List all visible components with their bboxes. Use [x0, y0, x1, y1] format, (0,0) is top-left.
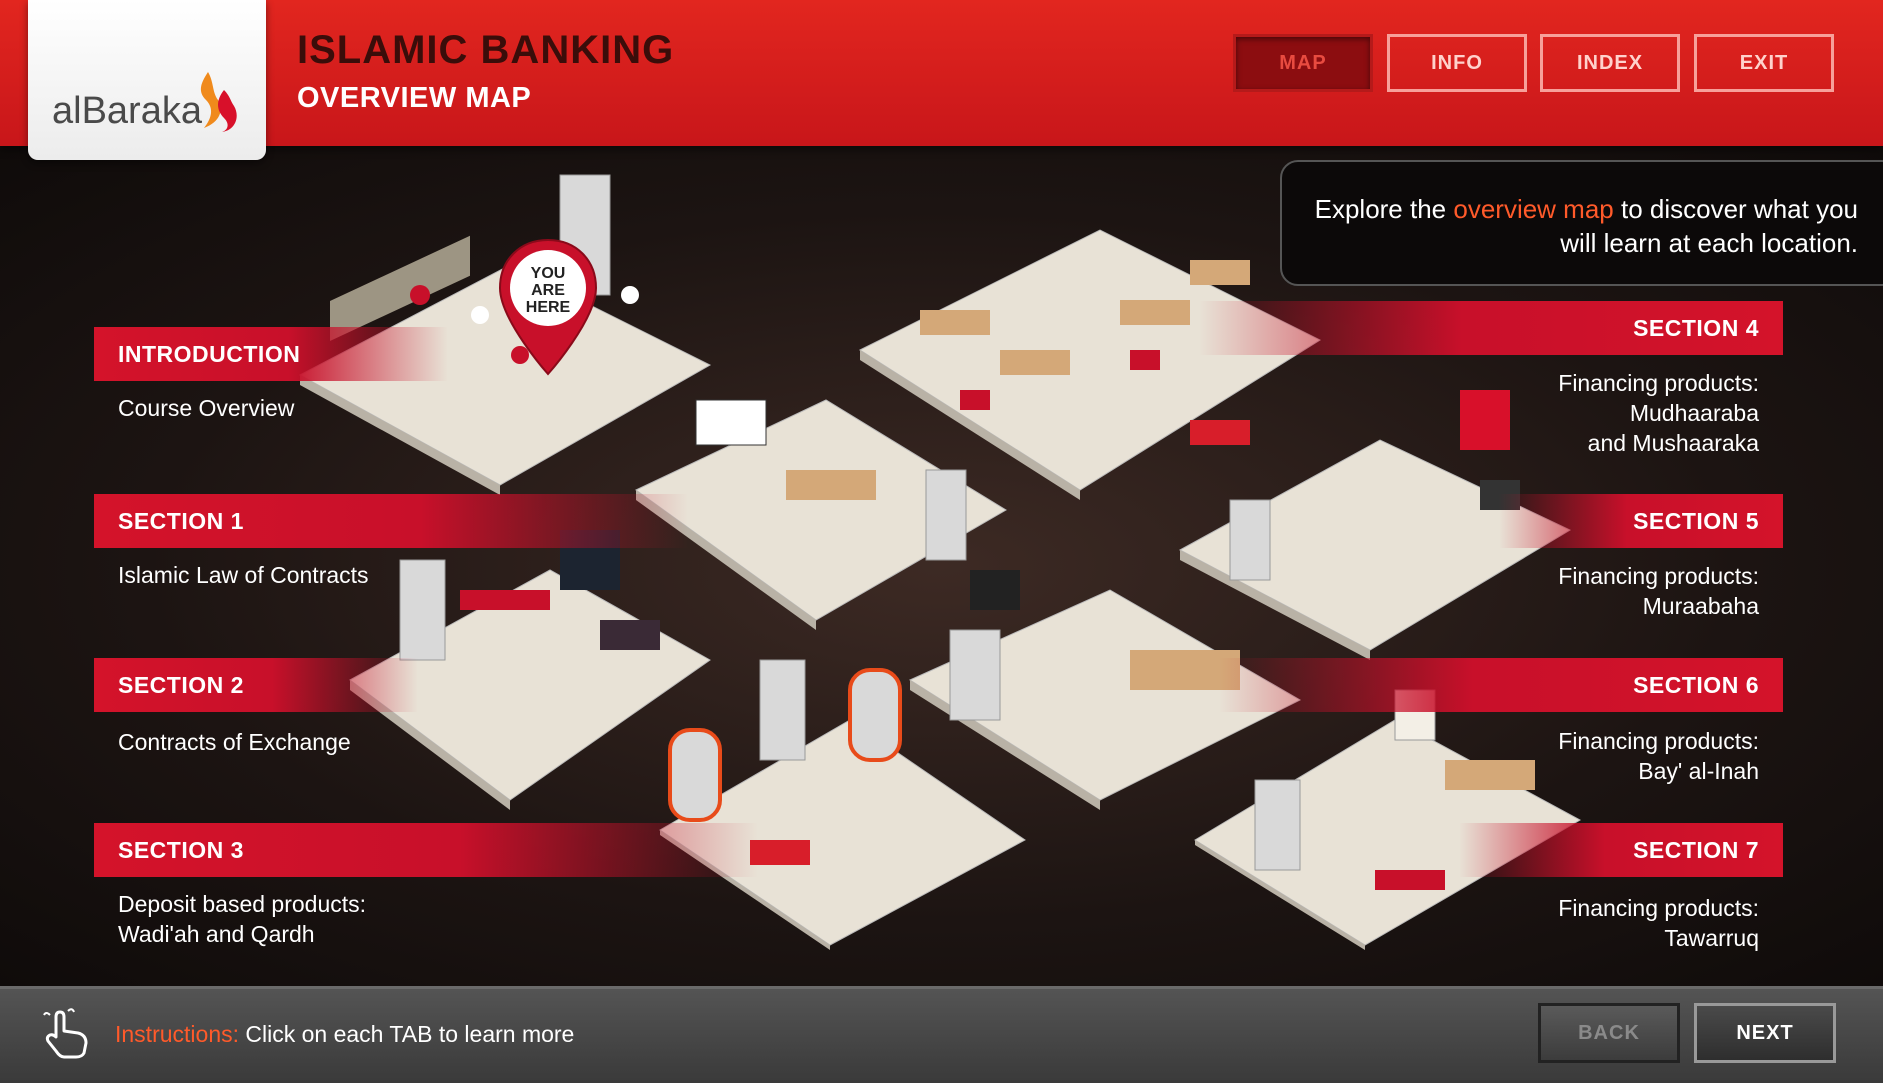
section-5-desc-line-1: Financing products:: [1558, 563, 1759, 589]
section-7-desc-line-1: Financing products:: [1558, 895, 1759, 921]
pointer-hand-icon: [43, 1008, 88, 1059]
location-pin-icon: YOU ARE HERE: [498, 238, 598, 376]
footer-bar: Instructions: Click on each TAB to learn…: [0, 986, 1883, 1083]
tab-introduction[interactable]: INTRODUCTION: [94, 327, 448, 381]
section-6-desc-line-2: Bay' al-Inah: [1638, 758, 1759, 784]
section-7-desc-line-2: Tawarruq: [1664, 925, 1759, 951]
section-4-desc-line-2: Mudhaaraba: [1629, 400, 1759, 426]
back-button[interactable]: BACK: [1538, 1003, 1680, 1063]
section-7-description: Financing products: Tawarruq: [1558, 893, 1759, 953]
tab-section-4[interactable]: SECTION 4: [1199, 301, 1783, 355]
tab-section-6[interactable]: SECTION 6: [1219, 658, 1783, 712]
logo-text: alBaraka: [52, 90, 202, 132]
nav-exit-button[interactable]: EXIT: [1694, 34, 1834, 92]
section-5-desc-line-2: Muraabaha: [1642, 593, 1759, 619]
tab-section-5[interactable]: SECTION 5: [1499, 494, 1783, 548]
tab-section-1[interactable]: SECTION 1: [94, 494, 688, 548]
next-button[interactable]: NEXT: [1694, 1003, 1836, 1063]
tab-section-3[interactable]: SECTION 3: [94, 823, 758, 877]
tip-text-pre: Explore the: [1314, 194, 1454, 224]
marker-line-2: ARE: [531, 282, 565, 299]
albaraka-logo-icon: [200, 72, 237, 132]
section-3-desc-line-1: Deposit based products:: [118, 891, 367, 917]
section-2-description: Contracts of Exchange: [118, 729, 351, 755]
map-tip-box: Explore the overview map to discover wha…: [1280, 160, 1883, 286]
page-title: ISLAMIC BANKING: [297, 28, 675, 72]
section-5-description: Financing products: Muraabaha: [1558, 561, 1759, 621]
section-4-desc-line-1: Financing products:: [1558, 370, 1759, 396]
tab-section-2[interactable]: SECTION 2: [94, 658, 418, 712]
header-bar: ISLAMIC BANKING OVERVIEW MAP MAP INFO IN…: [0, 0, 1883, 146]
nav-map-button[interactable]: MAP: [1233, 34, 1373, 92]
nav-info-button[interactable]: INFO: [1387, 34, 1527, 92]
logo: alBaraka: [28, 0, 266, 160]
section-6-desc-line-1: Financing products:: [1558, 728, 1759, 754]
section-4-description: Financing products: Mudhaaraba and Musha…: [1558, 368, 1759, 458]
instructions-label: Instructions:: [115, 1021, 239, 1047]
instructions-body: Click on each TAB to learn more: [239, 1021, 575, 1047]
nav-index-button[interactable]: INDEX: [1540, 34, 1680, 92]
section-6-description: Financing products: Bay' al-Inah: [1558, 726, 1759, 786]
section-4-desc-line-3: and Mushaaraka: [1587, 430, 1759, 456]
marker-line-3: HERE: [526, 299, 571, 316]
section-1-description: Islamic Law of Contracts: [118, 562, 369, 588]
page-subtitle: OVERVIEW MAP: [297, 82, 532, 114]
section-3-desc-line-2: Wadi'ah and Qardh: [118, 921, 315, 947]
section3-room-illustration[interactable]: [659, 659, 1030, 950]
section-3-description: Deposit based products: Wadi'ah and Qard…: [118, 889, 366, 949]
tip-highlight: overview map: [1453, 194, 1614, 224]
introduction-description: Course Overview: [118, 395, 295, 421]
marker-line-1: YOU: [531, 265, 566, 282]
instructions-text: Instructions: Click on each TAB to learn…: [115, 1021, 574, 1048]
tab-section-7[interactable]: SECTION 7: [1459, 823, 1783, 877]
section7-room-illustration[interactable]: [1194, 680, 1585, 950]
